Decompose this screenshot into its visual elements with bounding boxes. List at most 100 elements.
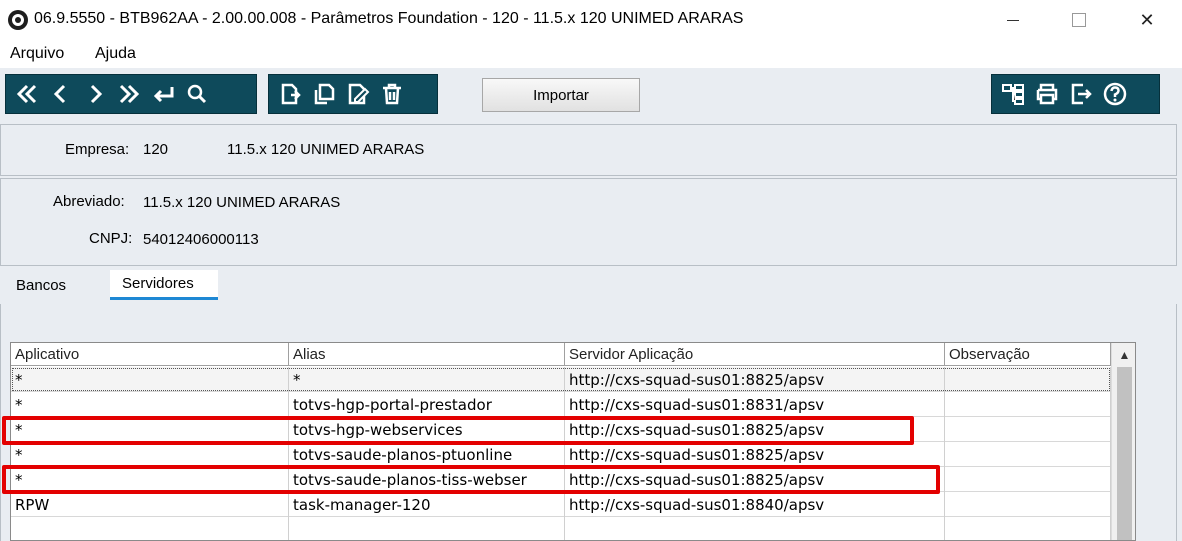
- exit-button[interactable]: [1064, 77, 1098, 111]
- first-icon: [16, 84, 37, 104]
- title-bar: 06.9.5550 - BTB962AA - 2.00.00.008 - Par…: [0, 0, 1182, 40]
- cell-servidor: http://cxs-squad-sus01:8825/apsv: [565, 442, 945, 467]
- menu-bar: Arquivo Ajuda: [0, 40, 1182, 68]
- next-record-button[interactable]: [78, 77, 112, 111]
- column-header-alias[interactable]: Alias: [289, 343, 565, 366]
- tree-button[interactable]: [996, 77, 1030, 111]
- edit-toolbar: [268, 74, 438, 114]
- cnpj-value: 54012406000113: [143, 231, 259, 248]
- cell-aplicativo: *: [11, 392, 289, 417]
- goto-button[interactable]: [146, 77, 180, 111]
- table-row[interactable]: * totvs-hgp-webservices http://cxs-squad…: [11, 417, 1111, 442]
- cell-alias: task-manager-120: [289, 492, 565, 517]
- table-row[interactable]: * totvs-saude-planos-ptuonline http://cx…: [11, 442, 1111, 467]
- tab-servidores[interactable]: Servidores: [110, 270, 218, 300]
- scroll-up-icon[interactable]: ▲: [1112, 343, 1135, 366]
- empresa-code: 120: [143, 141, 169, 158]
- last-icon: [119, 84, 140, 104]
- minimize-icon: [1007, 19, 1019, 21]
- cell-aplicativo: *: [11, 417, 289, 442]
- new-record-icon: [281, 83, 301, 105]
- search-button[interactable]: [180, 77, 214, 111]
- help-button[interactable]: [1098, 77, 1132, 111]
- cell-servidor: http://cxs-squad-sus01:8840/apsv: [565, 492, 945, 517]
- empresa-panel: Empresa: 120 11.5.x 120 UNIMED ARARAS: [0, 124, 1177, 176]
- next-icon: [90, 84, 103, 104]
- close-icon: ✕: [1139, 9, 1155, 30]
- cell-aplicativo: *: [11, 467, 289, 492]
- table-row[interactable]: * totvs-hgp-portal-prestador http://cxs-…: [11, 392, 1111, 417]
- cell-alias: totvs-hgp-portal-prestador: [289, 392, 565, 417]
- cnpj-label: CNPJ:: [89, 230, 133, 247]
- print-icon: [1036, 83, 1058, 105]
- cell-observacao: [945, 517, 1111, 540]
- navigation-toolbar: [5, 74, 257, 114]
- column-header-aplicativo[interactable]: Aplicativo: [11, 343, 289, 366]
- previous-record-button[interactable]: [44, 77, 78, 111]
- column-header-servidor[interactable]: Servidor Aplicação: [565, 343, 945, 366]
- print-button[interactable]: [1030, 77, 1064, 111]
- column-header-observacao[interactable]: Observação: [945, 343, 1111, 366]
- menu-arquivo[interactable]: Arquivo: [10, 45, 64, 63]
- window-title: 06.9.5550 - BTB962AA - 2.00.00.008 - Par…: [34, 10, 744, 27]
- table-row[interactable]: * * http://cxs-squad-sus01:8825/apsv: [11, 367, 1111, 392]
- cell-observacao: [945, 442, 1111, 467]
- app-icon: [8, 10, 28, 30]
- goto-icon: [153, 87, 174, 103]
- delete-record-icon: [383, 83, 401, 105]
- edit-record-button[interactable]: [341, 77, 375, 111]
- abreviado-value: 11.5.x 120 UNIMED ARARAS: [143, 194, 341, 211]
- empresa-name: 11.5.x 120 UNIMED ARARAS: [227, 141, 425, 158]
- copy-record-button[interactable]: [307, 77, 341, 111]
- cell-observacao: [945, 467, 1111, 492]
- tree-icon: [1002, 84, 1024, 105]
- maximize-icon: [1072, 13, 1086, 27]
- vertical-scrollbar[interactable]: ▲: [1111, 343, 1135, 540]
- menu-ajuda[interactable]: Ajuda: [95, 45, 136, 63]
- edit-record-icon: [348, 83, 370, 105]
- tab-bar: Bancos Servidores: [0, 268, 1182, 304]
- import-button[interactable]: Importar: [482, 78, 640, 112]
- cell-observacao: [945, 417, 1111, 442]
- previous-icon: [53, 84, 66, 104]
- servers-grid: Aplicativo Alias Servidor Aplicação Obse…: [10, 342, 1136, 541]
- cell-aplicativo: *: [11, 442, 289, 467]
- close-button[interactable]: ✕: [1124, 0, 1170, 40]
- cell-alias: totvs-hgp-webservices: [289, 417, 565, 442]
- first-record-button[interactable]: [10, 77, 44, 111]
- copy-record-icon: [314, 83, 335, 105]
- minimize-button[interactable]: [990, 0, 1036, 40]
- details-panel: Abreviado: 11.5.x 120 UNIMED ARARAS CNPJ…: [0, 178, 1177, 266]
- abreviado-label: Abreviado:: [53, 193, 125, 210]
- new-record-button[interactable]: [273, 77, 307, 111]
- cell-servidor: http://cxs-squad-sus01:8831/apsv: [565, 392, 945, 417]
- tab-bancos[interactable]: Bancos: [4, 270, 96, 300]
- delete-record-button[interactable]: [375, 77, 409, 111]
- cell-aplicativo: RPW: [11, 492, 289, 517]
- table-row[interactable]: * totvs-saude-planos-tiss-webser http://…: [11, 467, 1111, 492]
- cell-alias: totvs-saude-planos-ptuonline: [289, 442, 565, 467]
- toolbar: Importar: [0, 68, 1182, 124]
- cell-observacao: [945, 392, 1111, 417]
- cell-servidor: http://cxs-squad-sus01:8825/apsv: [565, 367, 945, 392]
- exit-icon: [1071, 83, 1092, 105]
- cell-servidor: http://cxs-squad-sus01:8825/apsv: [565, 467, 945, 492]
- table-row-empty[interactable]: [11, 517, 1111, 540]
- cell-servidor: http://cxs-squad-sus01:8825/apsv: [565, 417, 945, 442]
- cell-alias: totvs-saude-planos-tiss-webser: [289, 467, 565, 492]
- cell-observacao: [945, 367, 1111, 392]
- cell-aplicativo: [11, 517, 289, 540]
- last-record-button[interactable]: [112, 77, 146, 111]
- help-icon: [1103, 82, 1127, 106]
- table-row[interactable]: RPW task-manager-120 http://cxs-squad-su…: [11, 492, 1111, 517]
- empresa-label: Empresa:: [65, 141, 130, 158]
- cell-servidor: [565, 517, 945, 540]
- maximize-button[interactable]: [1056, 0, 1102, 40]
- utility-toolbar: [991, 74, 1160, 114]
- cell-alias: *: [289, 367, 565, 392]
- cell-aplicativo: *: [11, 367, 289, 392]
- cell-alias: [289, 517, 565, 540]
- scroll-thumb[interactable]: [1117, 367, 1132, 540]
- grid-header: Aplicativo Alias Servidor Aplicação Obse…: [11, 343, 1111, 366]
- search-icon: [187, 84, 207, 104]
